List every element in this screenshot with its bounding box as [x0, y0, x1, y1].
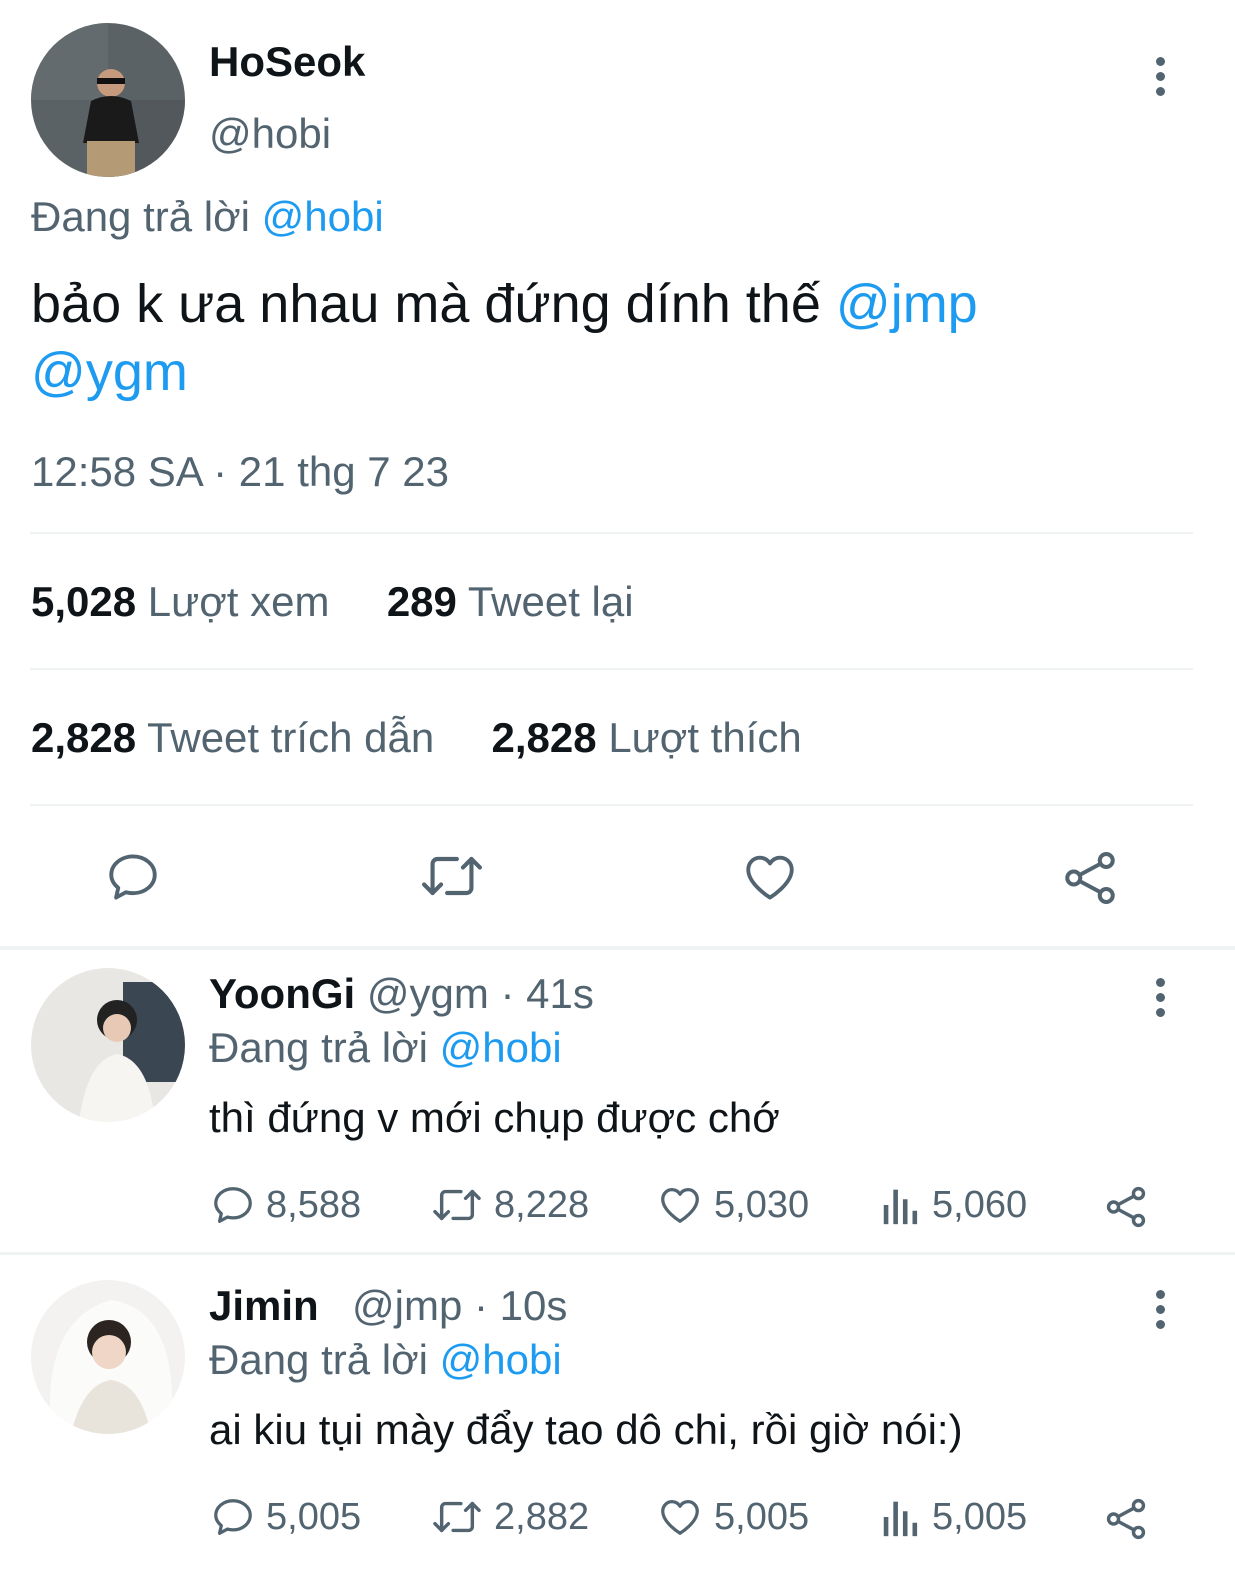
retweets-stat[interactable]: 289 Tweet lại	[387, 578, 634, 625]
main-avatar[interactable]	[31, 23, 185, 177]
speech-bubble-icon	[109, 854, 157, 900]
likes-stat[interactable]: 2,828 Lượt thích	[492, 714, 802, 761]
retweet-count: 2,882	[494, 1495, 590, 1538]
divider	[30, 532, 1193, 534]
reply-header: YoonGi @ygm · 41s	[209, 970, 594, 1018]
heart-icon	[661, 1188, 699, 1223]
main-reply-context: Đang trả lời @hobi	[31, 193, 384, 241]
more-vertical-icon	[1155, 57, 1165, 66]
retweet-count-button[interactable]: 2,882	[430, 1494, 589, 1540]
reply-count: 5,005	[266, 1495, 362, 1538]
speech-bubble-icon	[214, 1499, 252, 1535]
views-count-button[interactable]: 5,005	[880, 1494, 1027, 1540]
likes-count: 2,828	[491, 714, 597, 761]
bar-chart-icon	[883, 1501, 918, 1537]
main-display-name[interactable]: HoSeok	[209, 38, 365, 86]
reply-context: Đang trả lời @hobi	[209, 1024, 562, 1072]
main-timestamp[interactable]: 12:58 SA · 21 thg 7 23	[31, 448, 449, 496]
reply-count-button[interactable]: 5,005	[210, 1494, 361, 1540]
reply-count-button[interactable]: 8,588	[210, 1182, 361, 1228]
avatar-image	[31, 23, 185, 177]
reply-context: Đang trả lời @hobi	[209, 1336, 562, 1384]
views-label: Lượt xem	[147, 578, 330, 625]
reply-text: ai kiu tụi mày đẩy tao dô chi, rồi giờ n…	[209, 1406, 963, 1453]
share-button[interactable]	[1103, 1184, 1149, 1235]
speech-bubble-icon	[214, 1187, 252, 1223]
quotes-label: Tweet trích dẫn	[147, 714, 435, 761]
reply-avatar-jimin[interactable]	[31, 1280, 185, 1434]
more-vertical-icon	[1155, 1290, 1165, 1299]
retweet-icon	[433, 1501, 481, 1533]
reply-display-name[interactable]: Jimin	[209, 1282, 319, 1329]
retweet-count: 8,228	[494, 1183, 590, 1226]
main-tweet-text: bảo k ưa nhau mà đứng dính thế @jmp @ygm	[31, 270, 1181, 406]
quotes-count: 2,828	[31, 714, 137, 761]
views-count: 5,005	[932, 1495, 1028, 1538]
tweet-body: bảo k ưa nhau mà đứng dính thế	[31, 274, 821, 334]
reply-display-name[interactable]: YoonGi	[209, 970, 355, 1017]
avatar-image	[31, 1280, 185, 1434]
divider	[30, 804, 1193, 806]
retweet-icon	[422, 856, 482, 896]
mention-ygm[interactable]: @ygm	[31, 342, 188, 402]
more-options-button[interactable]	[1150, 57, 1170, 96]
like-count: 5,005	[714, 1495, 810, 1538]
reply-prefix: Đang trả lời	[209, 1024, 428, 1071]
reply-avatar-yoongi[interactable]	[31, 968, 185, 1122]
retweet-button[interactable]	[418, 846, 486, 911]
views-count-button[interactable]: 5,060	[880, 1182, 1027, 1228]
retweets-count: 289	[386, 578, 457, 625]
reply-to-link[interactable]: @hobi	[262, 193, 384, 240]
retweets-label: Tweet lại	[467, 578, 634, 625]
share-button[interactable]	[1060, 848, 1120, 913]
reply-time[interactable]: · 10s	[474, 1282, 567, 1329]
main-handle[interactable]: @hobi	[209, 110, 331, 158]
heart-icon	[746, 855, 794, 900]
like-count-button[interactable]: 5,005	[656, 1494, 809, 1540]
like-button[interactable]	[740, 848, 800, 911]
reply-text: thì đứng v mới chụp được chớ	[209, 1094, 780, 1141]
reply-button[interactable]	[104, 848, 162, 911]
like-count-button[interactable]: 5,030	[656, 1182, 809, 1228]
reply-count: 8,588	[266, 1183, 362, 1226]
mention-jmp[interactable]: @jmp	[836, 274, 978, 334]
views-stat[interactable]: 5,028 Lượt xem	[31, 578, 329, 625]
retweet-icon	[433, 1189, 481, 1221]
heart-icon	[661, 1500, 699, 1535]
views-count: 5,028	[31, 578, 137, 625]
section-divider	[0, 946, 1235, 950]
retweet-count-button[interactable]: 8,228	[430, 1182, 589, 1228]
bar-chart-icon	[883, 1189, 918, 1225]
share-icon	[1106, 1186, 1146, 1228]
reply-handle[interactable]: @ygm	[367, 970, 489, 1017]
avatar-image	[31, 968, 185, 1122]
reply-time[interactable]: · 41s	[501, 970, 594, 1017]
more-options-button[interactable]	[1150, 978, 1170, 1017]
reply-handle[interactable]: @jmp	[352, 1282, 462, 1329]
reply-header: Jimin @jmp · 10s	[209, 1282, 567, 1330]
divider	[30, 668, 1193, 670]
quotes-stat[interactable]: 2,828 Tweet trích dẫn	[31, 714, 434, 761]
share-button[interactable]	[1103, 1496, 1149, 1547]
like-count: 5,030	[714, 1183, 810, 1226]
section-divider	[0, 1252, 1235, 1255]
reply-prefix: Đang trả lời	[209, 1336, 428, 1383]
reply-to-link[interactable]: @hobi	[440, 1336, 562, 1383]
share-icon	[1106, 1498, 1146, 1540]
likes-label: Lượt thích	[608, 714, 802, 761]
views-count: 5,060	[932, 1183, 1028, 1226]
reply-prefix: Đang trả lời	[31, 193, 250, 240]
stats-row-2: 2,828 Tweet trích dẫn 2,828 Lượt thích	[31, 714, 802, 762]
share-icon	[1065, 852, 1115, 904]
more-options-button[interactable]	[1150, 1290, 1170, 1329]
stats-row-1: 5,028 Lượt xem 289 Tweet lại	[31, 578, 634, 626]
more-vertical-icon	[1155, 978, 1165, 987]
reply-to-link[interactable]: @hobi	[440, 1024, 562, 1071]
